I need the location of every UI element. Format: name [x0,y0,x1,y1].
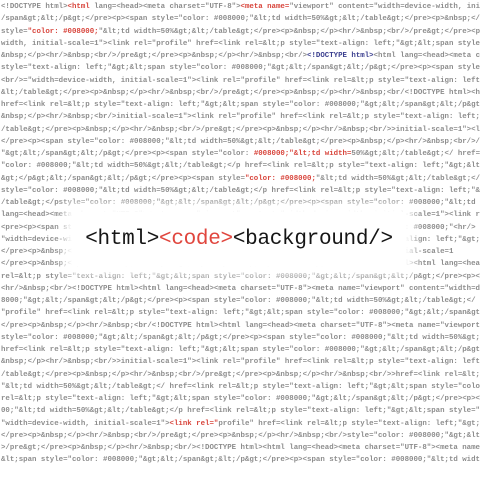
code-line: &gt;</p&gt;&lt;/span&gt;&lt;/p&gt;</pre>… [1,173,480,185]
code-segment: &nbsp;</p><hr/>&nbsp;<br/>>initial-scale… [1,358,480,367]
code-line: &nbsp;</p><hr/>&nbsp;<br/>initial-scale=… [1,111,480,123]
highlighted-code-segment: #008000;"&lt;td width= [253,150,352,158]
code-segment: <br/>="width=device-width, initial-scale… [1,76,480,85]
code-segment: style= [1,27,28,36]
code-segment: <html lang=<head><meta c [373,52,480,60]
code-segment: &lt;span style="color: #008000;"&gt;&lt;… [1,456,480,465]
code-segment: /table&gt;</pre><p>&nbsp;</p><hr/>&nbsp;… [1,125,480,134]
code-line: <br/>="width=device-width, initial-scale… [1,75,480,87]
code-line: <!DOCTYPE html><html lang=<head><meta ch… [1,1,480,13]
code-line: "color: #008000;"&lt;td width=50%&gt;&lt… [1,160,480,172]
code-line: &lt;/table&gt;</pre><p>&nbsp;</p><hr/>&n… [1,87,480,99]
code-line: /table&gt;</pre><p>&nbsp;</p><hr/>&nbsp;… [1,369,480,381]
highlighted-code-segment: <html [67,3,90,11]
code-segment: <hr/>&nbsp;<br/><!DOCTYPE html><html lan… [1,284,480,293]
highlighted-code-segment: <!DOCTYPE html> [307,52,374,60]
code-line: style="color: #008000;"&lt;td width=50%&… [1,26,480,38]
code-line: /table&gt;</pstyle="color: #008000;"&gt;… [1,197,480,209]
code-line: /span&gt;&lt;/p&gt;</pre><p><span style=… [1,13,480,25]
code-line: href=<link rel=&lt;p style="text-align: … [1,99,480,111]
headline-code-tag: <code> [159,227,233,251]
code-segment: style="color: #008000;"&gt;&lt;/span&gt;… [1,333,480,342]
code-segment: 00;"&lt;td width=50%&gt;&lt;/table&gt;</… [1,407,480,416]
code-segment: /table&gt;</pstyle="color: #008000;"&gt;… [1,199,480,207]
code-line: &nbsp;</p><hr/>&nbsp;<br/>>initial-scale… [1,356,480,368]
code-segment: </pre><p><span style="color: #008000;"&l… [1,137,480,146]
code-segment: </pre><p>&nbsp;</p><hr/>&nbsp;<br/<!DOCT… [1,321,480,330]
code-line: </pre><p>&nbsp;</p><hr/>&nbsp;<br/<!DOCT… [1,320,480,332]
code-segment: &nbsp;</p><hr/>&nbsp;<br/>/pre&gt;</pre>… [1,52,308,60]
code-segment: <!DOCTYPE html> [1,3,68,11]
code-segment: lang=<head><meta charset="UTF-8"> [89,3,241,11]
code-line: </pre><p><span style="color: #008000;"&l… [1,136,480,148]
code-segment: "color: #008000;"&lt;td width=50%&gt;&lt… [1,162,480,171]
code-segment: rel=&lt;p style="text-align: left;"&gt;&… [1,272,480,281]
code-segment: width, initial-scale=1"><link rel="profi… [1,39,480,48]
code-line: 00;"&lt;td width=50%&gt;&lt;/table&gt;</… [1,405,480,417]
code-segment: "viewport" content="width=device-width, … [289,3,480,11]
highlighted-code-segment: "color: #008000; [27,27,99,36]
code-segment: "width=device-width, initial-scale=1"> [1,419,170,428]
code-segment: "profile" href=<link rel=&lt;p style="te… [1,309,480,318]
code-segment: "&lt;td width=50%&gt;&lt;/table&gt;</ hr… [1,382,480,391]
code-segment: &nbsp;</p><hr/>&nbsp;<br/>initial-scale=… [1,113,480,122]
code-line: style="text-align: left;"&gt;&lt;span st… [1,62,480,74]
code-line: "profile" href=<link rel=&lt;p style="te… [1,307,480,319]
code-line: style="color: #008000;"&gt;&lt;/span&gt;… [1,332,480,344]
code-line: "width=device-width, initial-scale=1"><l… [1,418,480,430]
code-segment: >/pre&gt;</pre><p>&nbsp;</p><hr/>&nbsp;<… [1,444,480,452]
title-panel: <html><code><background/> [72,212,406,266]
code-line: "&lt;td width=50%&gt;&lt;/table&gt;</ hr… [1,381,480,393]
code-segment: /span&gt;&lt;/p&gt;</pre><p><span style=… [1,15,480,24]
code-segment: </pre><p>&nbsp;</p><hr/>&nbsp;<br/>/pre&… [1,431,480,440]
headline: <html><code><background/> [85,228,393,251]
code-line: </pre><p>&nbsp;</p><hr/>&nbsp;<br/>/pre&… [1,430,480,442]
code-line: <hr/>&nbsp;<br/><!DOCTYPE html><html lan… [1,283,480,295]
code-segment: style="color: #008000;"&lt;td width=50%&… [1,186,480,195]
code-segment: &gt;</p&gt;&lt;/span&gt;&lt;/p&gt;</pre>… [1,174,245,183]
code-line: /table&gt;</pre><p>&nbsp;</p><hr/>&nbsp;… [1,124,480,136]
code-line: &lt;span style="color: #008000;"&gt;&lt;… [1,454,480,466]
highlighted-code-segment: "color: #008000; [244,174,316,183]
highlighted-code-segment: <meta name= [240,3,290,11]
code-segment: 50%&gt;&lt;/table&gt;</ href= [351,150,480,158]
code-line: &nbsp;</p><hr/>&nbsp;<br/>/pre&gt;</pre>… [1,50,480,62]
headline-html-tag: <html> [85,227,160,251]
code-line: "&gt;&lt;/span&gt;&lt;/p&gt;</pre><p><sp… [1,148,480,160]
code-segment: href=<link rel=&lt;p style="text-align: … [1,101,480,109]
code-line: href=<link rel=&lt;p style="text-align: … [1,344,480,356]
code-segment: "&lt;td width=50%&gt;&lt;/table&gt;</ [315,174,480,183]
headline-background-tag: <background/> [232,227,393,251]
code-segment: rel=&lt;p style="text-align: left;"&gt;&… [1,395,480,403]
code-segment: profile" href=<link rel=&lt;p style="tex… [218,419,480,428]
code-line: rel=&lt;p style="text-align: left;"&gt;&… [1,393,480,405]
code-line: 8000;"&gt;&lt;/span&gt;&lt;/p&gt;</pre><… [1,295,480,307]
code-line: style="color: #008000;"&lt;td width=50%&… [1,185,480,197]
code-segment: href=<link rel=&lt;p style="text-align: … [1,346,480,354]
code-line: >/pre&gt;</pre><p>&nbsp;</p><hr/>&nbsp;<… [1,442,480,454]
code-segment: 8000;"&gt;&lt;/span&gt;&lt;/p&gt;</pre><… [1,297,476,305]
code-segment: /table&gt;</pre><p>&nbsp;</p><hr/>&nbsp;… [1,370,480,379]
code-segment: style="text-align: left;"&gt;&lt;span st… [1,64,480,73]
code-segment: "&gt;&lt;/span&gt;&lt;/p&gt;</pre><p><sp… [1,150,254,158]
highlighted-code-segment: <link rel=" [169,419,219,428]
code-segment: "&lt;td width=50%&gt;&lt;/table&gt;</pre… [98,27,480,36]
code-line: width, initial-scale=1"><link rel="profi… [1,38,480,50]
code-segment: &lt;/table&gt;</pre><p>&nbsp;</p><hr/>&n… [1,88,480,97]
code-line: rel=&lt;p style="text-align: left;"&gt;&… [1,271,480,283]
